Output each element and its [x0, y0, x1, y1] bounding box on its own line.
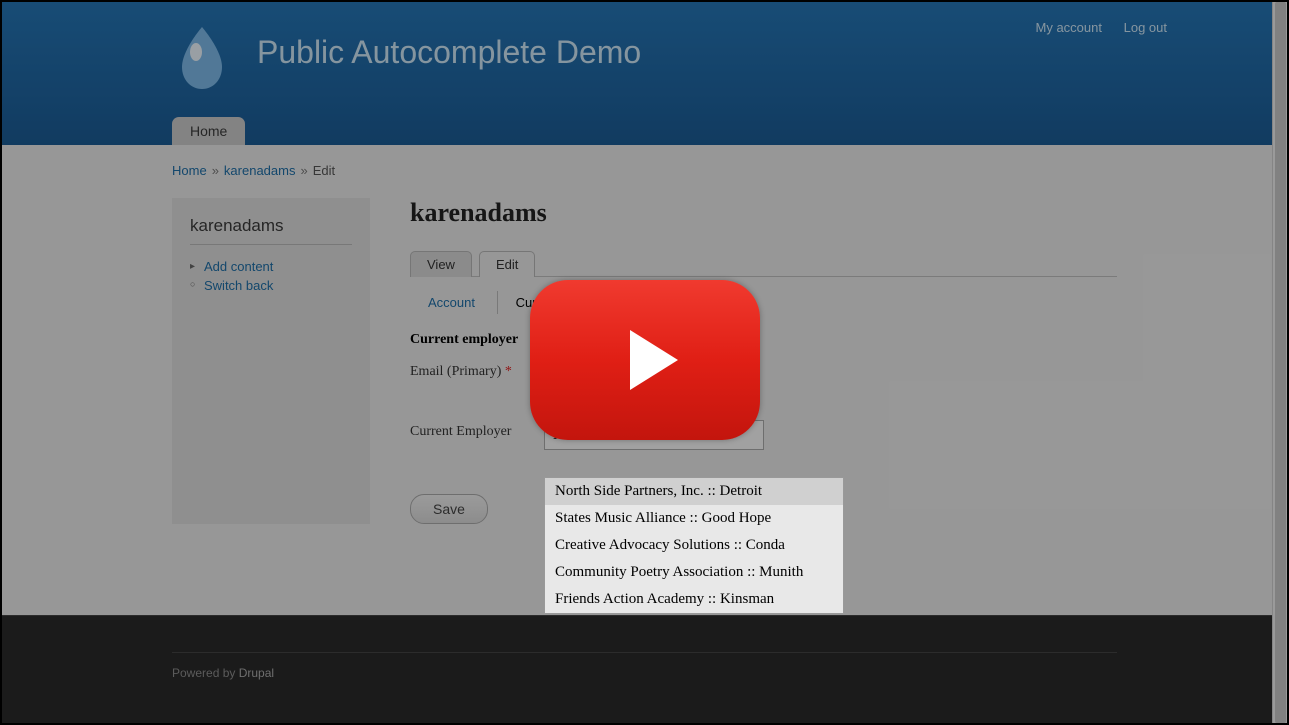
powered-by: Powered by — [172, 666, 239, 680]
field-email: Email (Primary) * — [410, 360, 1117, 380]
primary-nav: Home — [172, 117, 245, 145]
autocomplete-option[interactable]: Friends Action Academy :: Kinsman — [545, 586, 843, 613]
employer-label: Current Employer — [410, 420, 540, 440]
autocomplete-option[interactable]: States Music Alliance :: Good Hope — [545, 505, 843, 532]
sidebar-add-content[interactable]: Add content — [204, 259, 273, 274]
logout-link[interactable]: Log out — [1124, 20, 1167, 35]
sidebar-title: karenadams — [190, 216, 352, 245]
my-account-link[interactable]: My account — [1036, 20, 1102, 35]
page-title: karenadams — [410, 198, 1117, 228]
email-label: Email (Primary) * — [410, 360, 540, 380]
breadcrumb-user[interactable]: karenadams — [224, 163, 296, 178]
scrollbar-thumb[interactable] — [1275, 2, 1286, 723]
breadcrumb-home[interactable]: Home — [172, 163, 207, 178]
site-title: Public Autocomplete Demo — [257, 34, 641, 71]
footer: Powered by Drupal — [2, 615, 1287, 723]
site-header: My account Log out Public Autocomplete D… — [2, 2, 1287, 145]
autocomplete-option[interactable]: North Side Partners, Inc. :: Detroit — [545, 478, 843, 505]
breadcrumb-current: Edit — [313, 163, 335, 178]
drupal-logo-icon — [172, 22, 232, 92]
tab-edit[interactable]: Edit — [479, 251, 535, 277]
tab-view[interactable]: View — [410, 251, 472, 277]
save-button[interactable]: Save — [410, 494, 488, 524]
nav-home[interactable]: Home — [172, 117, 245, 145]
breadcrumb: Home»karenadams»Edit — [172, 163, 1117, 178]
tabs-secondary: Account Curr — [410, 291, 1117, 314]
main-region: karenadams View Edit Account Curr Curren… — [410, 198, 1117, 524]
section-heading: Current employer — [410, 332, 1117, 348]
scrollbar[interactable] — [1272, 2, 1287, 723]
video-play-button[interactable] — [530, 280, 760, 440]
user-menu: My account Log out — [1018, 20, 1167, 35]
autocomplete-option[interactable]: Creative Advocacy Solutions :: Conda — [545, 532, 843, 559]
autocomplete-dropdown: North Side Partners, Inc. :: Detroit Sta… — [544, 477, 844, 614]
tabs-primary: View Edit — [410, 250, 1117, 277]
subtab-account[interactable]: Account — [410, 291, 493, 314]
sidebar-switch-back[interactable]: Switch back — [204, 278, 273, 293]
field-current-employer: Current Employer — [410, 420, 1117, 450]
drupal-link[interactable]: Drupal — [239, 666, 274, 680]
autocomplete-option[interactable]: Community Poetry Association :: Munith — [545, 559, 843, 586]
play-icon — [530, 280, 760, 440]
sidebar: karenadams Add content Switch back — [172, 198, 370, 524]
